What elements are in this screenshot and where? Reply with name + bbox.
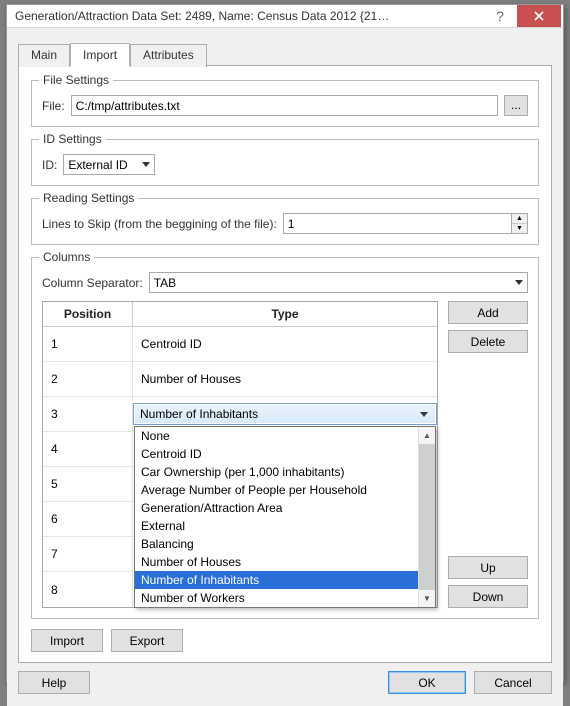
dropdown-option[interactable]: Average Number of People per Household <box>135 481 418 499</box>
tab-import[interactable]: Import <box>70 43 130 66</box>
label-column-separator: Column Separator: <box>42 276 143 290</box>
titlebar: Generation/Attraction Data Set: 2489, Na… <box>7 5 563 28</box>
scroll-down-icon[interactable]: ▼ <box>419 590 435 607</box>
tabpage-import: File Settings File: ... ID Settings ID: … <box>18 65 552 663</box>
file-path-input[interactable] <box>71 95 498 116</box>
lines-skip-input[interactable] <box>283 213 511 234</box>
dropdown-option[interactable]: Car Ownership (per 1,000 inhabitants) <box>135 463 418 481</box>
legend-reading-settings: Reading Settings <box>39 191 138 205</box>
table-row[interactable]: 2 Number of Houses <box>43 362 437 397</box>
legend-columns: Columns <box>39 250 94 264</box>
dropdown-option[interactable]: Balancing <box>135 535 418 553</box>
group-reading-settings: Reading Settings Lines to Skip (from the… <box>31 198 539 245</box>
table-row[interactable]: 3 Number of Inhabitants None Centroid ID <box>43 397 437 432</box>
dropdown-option[interactable]: Generation/Attraction Area <box>135 499 418 517</box>
cell-position: 3 <box>43 397 133 431</box>
dropdown-scrollbar[interactable]: ▲ ▼ <box>418 427 435 607</box>
group-id-settings: ID Settings ID: External ID <box>31 139 539 186</box>
cell-position: 1 <box>43 327 133 361</box>
grid-body: 1 Centroid ID 2 Number of Houses 3 <box>43 327 437 607</box>
help-button[interactable]: Help <box>18 671 90 694</box>
header-position: Position <box>43 302 133 326</box>
tab-strip: Main Import Attributes <box>18 43 552 66</box>
table-row[interactable]: 1 Centroid ID <box>43 327 437 362</box>
label-id: ID: <box>42 158 57 172</box>
cell-position: 2 <box>43 362 133 396</box>
up-button[interactable]: Up <box>448 556 528 579</box>
type-dropdown: None Centroid ID Car Ownership (per 1,00… <box>134 426 436 608</box>
label-file: File: <box>42 99 65 113</box>
cell-type[interactable]: Centroid ID <box>133 327 437 361</box>
add-button[interactable]: Add <box>448 301 528 324</box>
label-lines-skip: Lines to Skip (from the beggining of the… <box>42 217 277 231</box>
scroll-up-icon[interactable]: ▲ <box>419 427 435 444</box>
group-columns: Columns Column Separator: TAB Position T… <box>31 257 539 619</box>
grid-header: Position Type <box>43 302 437 327</box>
cell-position: 4 <box>43 432 133 466</box>
client-area: Main Import Attributes File Settings Fil… <box>7 28 563 706</box>
browse-button[interactable]: ... <box>504 95 528 116</box>
chevron-down-icon <box>515 280 523 285</box>
dropdown-option[interactable]: Number of Houses <box>135 553 418 571</box>
dropdown-option-selected[interactable]: Number of Inhabitants <box>135 571 418 589</box>
dropdown-option[interactable]: External <box>135 517 418 535</box>
export-button[interactable]: Export <box>111 629 183 652</box>
ok-button[interactable]: OK <box>388 671 466 694</box>
delete-button[interactable]: Delete <box>448 330 528 353</box>
tab-attributes[interactable]: Attributes <box>130 44 207 67</box>
cell-position: 5 <box>43 467 133 501</box>
close-button[interactable] <box>517 5 561 27</box>
cell-type[interactable]: Number of Houses <box>133 362 437 396</box>
type-combobox-value: Number of Inhabitants <box>140 407 258 421</box>
close-icon <box>534 11 544 21</box>
cell-position: 7 <box>43 537 133 571</box>
dropdown-option[interactable]: Number of Workers <box>135 589 418 607</box>
cancel-button[interactable]: Cancel <box>474 671 552 694</box>
dropdown-option[interactable]: Centroid ID <box>135 445 418 463</box>
column-separator-select[interactable]: TAB <box>149 272 528 293</box>
chevron-down-icon <box>142 162 150 167</box>
dialog-window: Generation/Attraction Data Set: 2489, Na… <box>6 4 564 682</box>
group-file-settings: File Settings File: ... <box>31 80 539 127</box>
cell-position: 8 <box>43 572 133 607</box>
columns-grid[interactable]: Position Type 1 Centroid ID 2 Number of … <box>42 301 438 608</box>
columns-side-buttons: Add Delete Up Down <box>448 301 528 608</box>
scroll-thumb[interactable] <box>419 444 435 590</box>
dialog-footer: Help OK Cancel <box>18 663 552 696</box>
lines-skip-spinner[interactable]: ▲ ▼ <box>511 213 528 234</box>
id-select-value: External ID <box>68 158 127 172</box>
cell-type[interactable]: Number of Inhabitants None Centroid ID C… <box>133 397 437 431</box>
type-combobox-open[interactable]: Number of Inhabitants None Centroid ID C… <box>133 403 437 425</box>
window-title: Generation/Attraction Data Set: 2489, Na… <box>7 9 483 23</box>
legend-id-settings: ID Settings <box>39 132 106 146</box>
column-separator-value: TAB <box>154 276 176 290</box>
chevron-down-icon <box>420 412 428 417</box>
id-select[interactable]: External ID <box>63 154 155 175</box>
spin-down-icon[interactable]: ▼ <box>512 224 527 233</box>
import-button[interactable]: Import <box>31 629 103 652</box>
header-type: Type <box>133 302 437 326</box>
tab-main[interactable]: Main <box>18 44 70 67</box>
help-titlebar-button[interactable]: ? <box>483 5 517 27</box>
cell-position: 6 <box>43 502 133 536</box>
spin-up-icon[interactable]: ▲ <box>512 214 527 224</box>
legend-file-settings: File Settings <box>39 73 113 87</box>
dropdown-option[interactable]: None <box>135 427 418 445</box>
down-button[interactable]: Down <box>448 585 528 608</box>
